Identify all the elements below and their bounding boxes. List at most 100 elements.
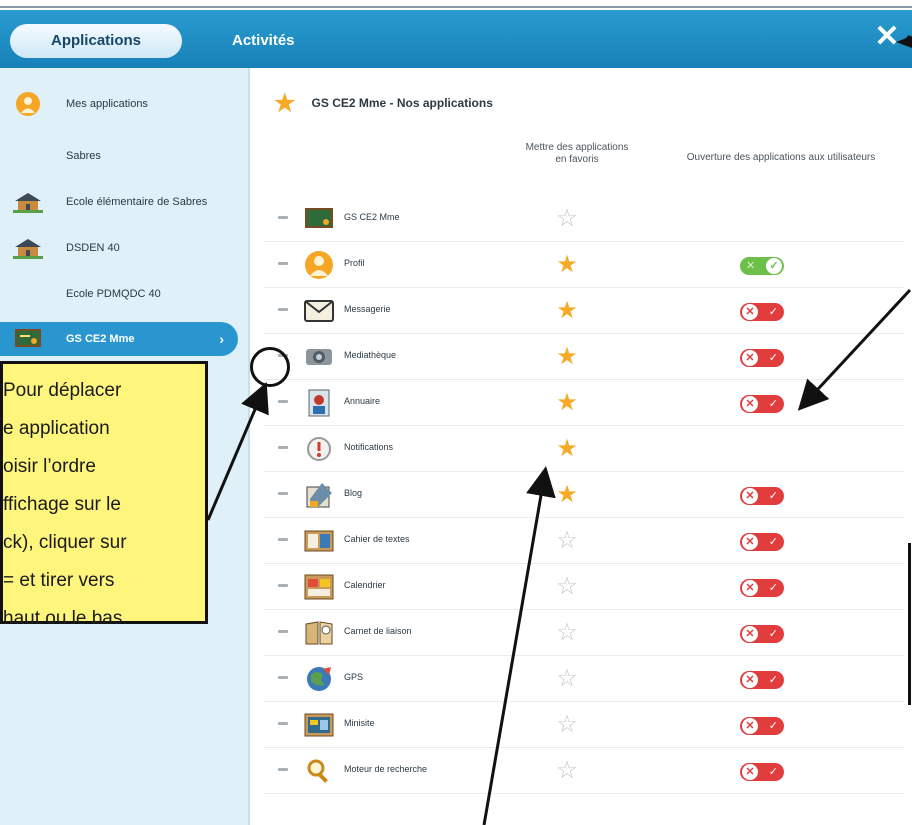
check-mark-icon: ✓ bbox=[768, 628, 778, 640]
x-icon: ✕ bbox=[742, 580, 758, 596]
drag-handle-icon[interactable] bbox=[278, 538, 288, 541]
access-toggle[interactable]: ✓ ✕ bbox=[740, 579, 784, 597]
x-icon: ✕ bbox=[742, 350, 758, 366]
drag-handle-icon[interactable] bbox=[278, 768, 288, 771]
sidebar-item-ecole-elementaire[interactable]: Ecole élémentaire de Sabres bbox=[0, 180, 240, 224]
sidebar-item-ecole-pdmqdc[interactable]: Ecole PDMQDC 40 bbox=[0, 272, 240, 316]
chevron-right-icon: › bbox=[219, 331, 224, 347]
app-name: Calendrier bbox=[344, 580, 386, 590]
app-row: GS CE2 Mme ☆ bbox=[264, 196, 904, 242]
school-icon bbox=[12, 235, 44, 261]
favorite-star-icon[interactable]: ★ bbox=[552, 480, 582, 510]
page-title: ★ GS CE2 Mme - Nos applications bbox=[274, 89, 493, 117]
column-header-open: Ouverture des applications aux utilisate… bbox=[686, 152, 876, 163]
x-icon: ✕ bbox=[742, 488, 758, 504]
drag-handle-icon[interactable] bbox=[278, 722, 288, 725]
app-row: GPS ☆ ✓ ✕ bbox=[264, 656, 904, 702]
callout-line: Pour déplacer bbox=[3, 380, 122, 401]
drag-handle-icon[interactable] bbox=[278, 308, 288, 311]
check-mark-icon: ✓ bbox=[768, 306, 778, 318]
star-icon: ★ bbox=[274, 89, 296, 117]
check-mark-icon: ✓ bbox=[768, 720, 778, 732]
x-icon: ✕ bbox=[742, 396, 758, 412]
check-mark-icon: ✓ bbox=[768, 352, 778, 364]
drag-handle-icon[interactable] bbox=[278, 446, 288, 449]
app-name: Blog bbox=[344, 488, 363, 498]
app-name: Annuaire bbox=[344, 396, 381, 406]
drag-handle-icon[interactable] bbox=[278, 584, 288, 587]
access-toggle[interactable]: ✓ ✕ bbox=[740, 671, 784, 689]
drag-handle-icon[interactable] bbox=[278, 676, 288, 679]
school-icon bbox=[12, 189, 44, 215]
favorite-star-icon[interactable]: ☆ bbox=[552, 572, 582, 602]
sidebar-item-gs-ce2[interactable]: GS CE2 Mme › bbox=[0, 322, 238, 356]
blog-icon bbox=[302, 480, 336, 510]
callout-line: oisir l’ordre bbox=[3, 456, 96, 477]
favorite-star-icon[interactable]: ☆ bbox=[552, 526, 582, 556]
app-row: Minisite ☆ ✓ ✕ bbox=[264, 702, 904, 748]
favorite-star-icon[interactable]: ☆ bbox=[552, 756, 582, 786]
app-name: GPS bbox=[344, 672, 364, 682]
check-mark-icon: ✓ bbox=[768, 536, 778, 548]
top-border bbox=[0, 0, 912, 8]
x-icon: ✕ bbox=[742, 304, 758, 320]
check-mark-icon: ✓ bbox=[768, 490, 778, 502]
header-bar: Applications Activités ✕ bbox=[0, 10, 912, 68]
drag-handle-icon[interactable] bbox=[278, 400, 288, 403]
app-name: Minisite bbox=[344, 718, 375, 728]
drag-handle-icon[interactable] bbox=[278, 492, 288, 495]
access-toggle[interactable]: ✓ ✕ bbox=[740, 303, 784, 321]
close-icon[interactable]: ✕ bbox=[872, 22, 902, 52]
sidebar-item-label: Ecole élémentaire de Sabres bbox=[66, 196, 208, 208]
access-toggle[interactable]: ✓ ✕ bbox=[740, 533, 784, 551]
favorite-star-icon[interactable]: ☆ bbox=[552, 710, 582, 740]
sidebar-item-label: Ecole PDMQDC 40 bbox=[66, 288, 161, 300]
class-icon bbox=[302, 204, 336, 234]
favorite-star-icon[interactable]: ★ bbox=[552, 296, 582, 326]
favorite-star-icon[interactable]: ☆ bbox=[552, 204, 582, 234]
liaison-icon bbox=[302, 618, 336, 648]
app-name: Notifications bbox=[344, 442, 394, 452]
sidebar-item-dsden[interactable]: DSDEN 40 bbox=[0, 226, 240, 270]
app-name: Profil bbox=[344, 258, 365, 268]
access-toggle[interactable]: ✓ ✕ bbox=[740, 395, 784, 413]
tab-applications[interactable]: Applications bbox=[10, 24, 182, 58]
sidebar-item-mes-applications[interactable]: Mes applications bbox=[0, 82, 240, 126]
favorite-star-icon[interactable]: ☆ bbox=[552, 618, 582, 648]
access-toggle[interactable]: ✓ ✕ bbox=[740, 763, 784, 781]
x-icon: ✕ bbox=[742, 672, 758, 688]
access-toggle[interactable]: ✕ ✓ bbox=[740, 257, 784, 275]
favorite-star-icon[interactable]: ★ bbox=[552, 388, 582, 418]
app-name: Cahier de textes bbox=[344, 534, 410, 544]
x-icon: ✕ bbox=[742, 764, 758, 780]
annotation-circle bbox=[250, 347, 290, 387]
drag-handle-icon[interactable] bbox=[278, 262, 288, 265]
x-mark-icon: ✕ bbox=[746, 260, 756, 272]
user-apps-icon bbox=[12, 91, 44, 117]
access-toggle[interactable]: ✓ ✕ bbox=[740, 487, 784, 505]
access-toggle[interactable]: ✓ ✕ bbox=[740, 717, 784, 735]
calendar-icon bbox=[302, 572, 336, 602]
app-name: Carnet de liaison bbox=[344, 626, 412, 636]
callout-line: e application bbox=[3, 418, 110, 439]
app-row: Blog ★ ✓ ✕ bbox=[264, 472, 904, 518]
app-row: Carnet de liaison ☆ ✓ ✕ bbox=[264, 610, 904, 656]
access-toggle[interactable]: ✓ ✕ bbox=[740, 349, 784, 367]
sidebar-item-label: Mes applications bbox=[66, 98, 148, 110]
sidebar-item-sabres[interactable]: Sabres bbox=[0, 134, 240, 178]
app-row: Moteur de recherche ☆ ✓ ✕ bbox=[264, 748, 904, 794]
access-toggle[interactable]: ✓ ✕ bbox=[740, 625, 784, 643]
app-row: Notifications ★ bbox=[264, 426, 904, 472]
check-mark-icon: ✓ bbox=[768, 674, 778, 686]
favorite-star-icon[interactable]: ★ bbox=[552, 250, 582, 280]
callout-line: ffichage sur le bbox=[3, 494, 121, 515]
favorite-star-icon[interactable]: ★ bbox=[552, 342, 582, 372]
favorite-star-icon[interactable]: ★ bbox=[552, 434, 582, 464]
tab-activites[interactable]: Activités bbox=[232, 24, 295, 58]
favorite-star-icon[interactable]: ☆ bbox=[552, 664, 582, 694]
notification-icon bbox=[302, 434, 336, 464]
drag-handle-icon[interactable] bbox=[278, 216, 288, 219]
app-name: Moteur de recherche bbox=[344, 764, 428, 774]
mail-icon bbox=[302, 296, 336, 326]
drag-handle-icon[interactable] bbox=[278, 630, 288, 633]
